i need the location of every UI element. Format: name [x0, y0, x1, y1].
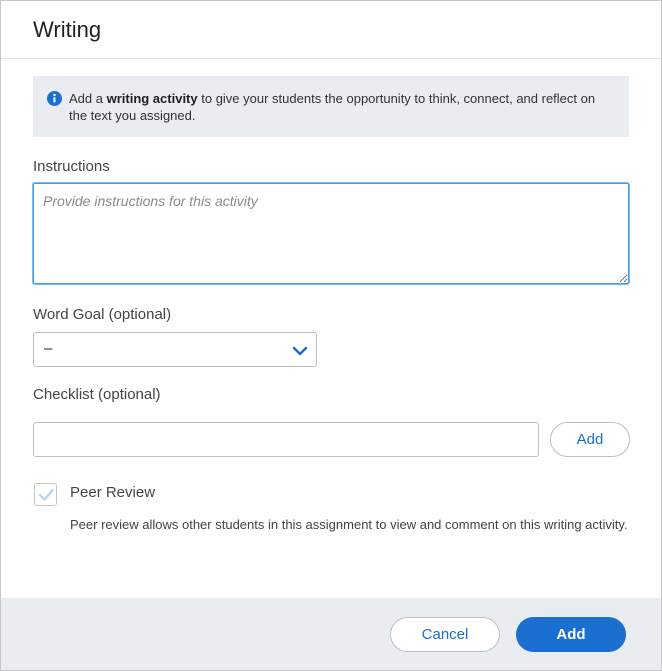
writing-dialog: Writing Add a writing activity to give y…	[0, 0, 662, 671]
chevron-down-icon	[292, 344, 308, 361]
info-text-bold: writing activity	[106, 91, 198, 106]
info-text-prefix: Add a	[69, 91, 107, 106]
info-banner: Add a writing activity to give your stud…	[33, 76, 629, 137]
dialog-title: Writing	[33, 17, 102, 42]
instructions-textarea[interactable]	[33, 183, 629, 284]
checklist-add-button[interactable]: Add	[550, 422, 630, 457]
dialog-footer: Cancel Add	[1, 598, 661, 670]
dialog-header: Writing	[1, 1, 661, 59]
checklist-label: Checklist (optional)	[33, 386, 161, 403]
peer-review-label: Peer Review	[70, 484, 156, 501]
add-button[interactable]: Add	[516, 617, 626, 652]
info-text: Add a writing activity to give your stud…	[69, 91, 595, 123]
cancel-button[interactable]: Cancel	[390, 617, 500, 652]
checklist-input[interactable]	[33, 422, 539, 457]
word-goal-value: –	[44, 340, 53, 357]
instructions-label: Instructions	[33, 158, 110, 175]
info-icon	[47, 91, 62, 106]
peer-review-description: Peer review allows other students in thi…	[70, 517, 628, 532]
peer-review-checkbox[interactable]	[34, 483, 57, 506]
word-goal-select[interactable]: –	[33, 332, 317, 367]
word-goal-label: Word Goal (optional)	[33, 306, 172, 323]
